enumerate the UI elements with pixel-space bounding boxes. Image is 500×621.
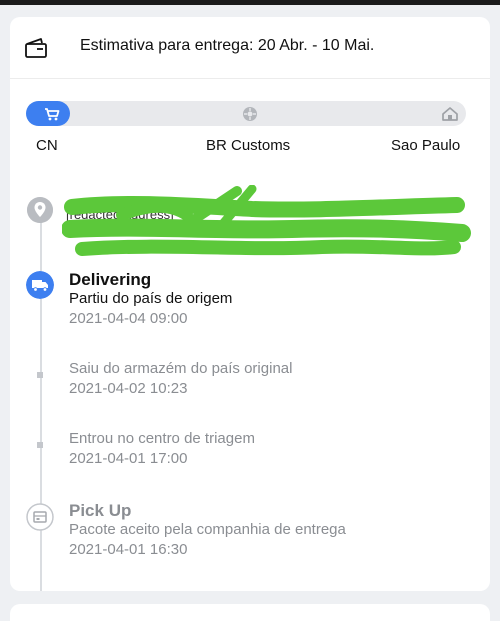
customs-icon: [243, 107, 257, 121]
event-timestamp: 2021-04-01 17:00: [69, 450, 188, 467]
address-redaction-scribble: [62, 185, 471, 256]
tracking-card: Estimativa para entrega: 20 Abr. - 10 Ma…: [10, 17, 490, 591]
event-description: Partiu do país de origem: [69, 290, 233, 307]
event-timestamp: 2021-04-02 10:23: [69, 380, 188, 397]
next-card: [10, 604, 490, 621]
truck-icon: [26, 271, 54, 299]
stage-customs: BR Customs: [206, 137, 291, 154]
stage-labels: CN BR Customs Sao Paulo: [10, 137, 490, 157]
event-title-pickup: Pick Up: [69, 501, 132, 520]
delivery-estimate-row: Estimativa para entrega: 20 Abr. - 10 Ma…: [10, 17, 490, 79]
stage-origin: CN: [36, 137, 58, 154]
package-icon: [26, 503, 54, 531]
location-pin-icon: [27, 197, 53, 223]
event-timestamp: 2021-04-01 16:30: [69, 541, 188, 558]
timeline-dot: [37, 442, 43, 448]
cart-icon: [45, 108, 60, 121]
event-description: Pacote aceito pela companhia de entrega: [69, 521, 346, 538]
event-title-delivering: Delivering: [69, 270, 152, 289]
stage-destination: Sao Paulo: [391, 137, 461, 154]
home-icon: [442, 107, 458, 121]
event-timestamp: 2021-04-04 09:00: [69, 310, 188, 327]
event-description: Entrou no centro de triagem: [69, 430, 255, 447]
wallet-icon: [25, 38, 47, 58]
timeline-dot: [37, 372, 43, 378]
event-description: Saiu do armazém do país original: [69, 360, 293, 377]
status-bar: [0, 0, 500, 5]
shipping-address: [redacted address]: [62, 185, 472, 273]
delivery-estimate-text: Estimativa para entrega: 20 Abr. - 10 Ma…: [80, 37, 375, 54]
shipping-progress-bar: [26, 101, 466, 126]
